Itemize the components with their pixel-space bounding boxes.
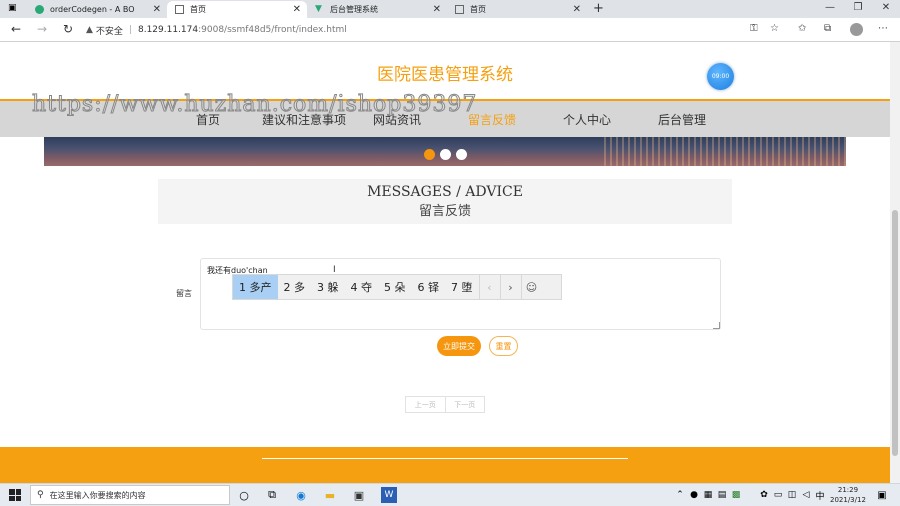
page-icon	[455, 5, 464, 14]
emoji-icon[interactable]: ☺	[520, 275, 542, 299]
resize-handle[interactable]	[713, 322, 720, 329]
back-icon[interactable]: ←	[8, 22, 24, 36]
site-title: 医院医患管理系统	[377, 65, 513, 85]
next-page-button[interactable]: 下一页	[444, 397, 485, 412]
task-view-icon[interactable]: ⧉	[264, 487, 280, 503]
window-close-icon[interactable]: ✕	[876, 2, 896, 13]
ime-next-icon[interactable]: ›	[499, 275, 521, 299]
carousel-dot[interactable]	[440, 149, 451, 160]
ime-candidate[interactable]: 6 铎	[412, 275, 446, 299]
new-tab-icon[interactable]: +	[593, 1, 604, 16]
more-icon[interactable]: ⋯	[878, 23, 888, 34]
search-icon: ⚲	[37, 490, 44, 500]
ime-candidate[interactable]: 2 多	[278, 275, 312, 299]
watermark-text: https://www.huzhan.com/ishop39397	[31, 92, 478, 118]
ime-candidate[interactable]: 5 朵	[378, 275, 412, 299]
submit-button[interactable]: 立即提交	[437, 336, 481, 356]
heading-cn: 留言反馈	[418, 204, 471, 219]
cortana-icon[interactable]: ○	[236, 487, 252, 503]
clock-badge: 09:00	[707, 63, 734, 90]
tab-title: 首页	[190, 5, 206, 14]
footer	[0, 447, 890, 483]
url-path: :9008/ssmf48d5/front/index.html	[198, 25, 347, 35]
tray-date: 2021/3/12	[830, 496, 866, 504]
favicon-icon	[35, 5, 44, 14]
store-icon[interactable]: ▣	[351, 487, 367, 503]
tab-title: 后台管理系统	[330, 5, 378, 14]
search-placeholder: 在这里输入你要搜索的内容	[49, 490, 146, 500]
collections-icon[interactable]: ⧉	[824, 23, 831, 34]
close-icon[interactable]: ✕	[153, 4, 161, 15]
edge-icon[interactable]: ◉	[293, 487, 309, 503]
tab-home-2[interactable]: 首页 ✕	[447, 1, 587, 18]
tab-actions-icon[interactable]: ▣	[8, 3, 17, 13]
word-icon[interactable]: W	[381, 487, 397, 503]
file-explorer-icon[interactable]: ▬	[322, 487, 338, 503]
nav-item-admin[interactable]: 后台管理	[658, 111, 706, 128]
tray-time: 21:29	[837, 486, 859, 494]
taskbar-search-input[interactable]: ⚲ 在这里输入你要搜索的内容	[30, 485, 230, 505]
vue-icon: ▼	[315, 4, 322, 14]
favorites-icon[interactable]: ✩	[798, 23, 806, 34]
url-input[interactable]: ▲ 不安全 | 8.129.11.174 :9008/ssmf48d5/fron…	[86, 21, 786, 39]
ime-candidate[interactable]: 4 夺	[345, 275, 379, 299]
tab-title: 首页	[470, 5, 486, 14]
browser-tab-strip: ▣ orderCodegen - A BO ✕ 首页 ✕ ▼ 后台管理系统 ✕ …	[0, 0, 900, 18]
ime-candidate[interactable]: 1 多产	[233, 275, 278, 299]
security-label: 不安全	[95, 26, 123, 37]
scrollbar-thumb[interactable]	[892, 210, 898, 456]
prev-page-button[interactable]: 上一页	[406, 397, 445, 412]
key-icon[interactable]: ⚿	[750, 23, 758, 34]
close-icon[interactable]: ✕	[573, 4, 581, 15]
page-icon	[175, 5, 184, 14]
ime-candidate[interactable]: 7 堕	[445, 275, 479, 299]
reload-icon[interactable]: ↻	[60, 22, 76, 36]
tab-home[interactable]: 首页 ✕	[167, 1, 307, 18]
favorite-add-icon[interactable]: ☆	[770, 23, 779, 34]
ime-candidate[interactable]: 3 躲	[311, 275, 345, 299]
pagination: 上一页 下一页	[405, 396, 485, 413]
warning-icon: ▲	[86, 25, 93, 35]
carousel-dot[interactable]	[456, 149, 467, 160]
tray-clock[interactable]: 21:29 2021/3/12	[830, 485, 866, 505]
page-viewport: 医院医患管理系统 09:00 首页 建议和注意事项 网站资讯 留言反馈 个人中心…	[0, 42, 890, 483]
taskbar: ⚲ 在这里输入你要搜索的内容 ○ ⧉ ◉ ▬ ▣ W ⌃ ● ▦ ▤ ▩ ✿ ▭…	[0, 483, 900, 506]
heading-en: MESSAGES / ADVICE	[367, 184, 523, 200]
ime-prev-icon[interactable]: ‹	[478, 275, 500, 299]
tab-ordercodegen[interactable]: orderCodegen - A BO ✕	[27, 1, 167, 18]
address-bar: ← → ↻ ▲ 不安全 | 8.129.11.174 :9008/ssmf48d…	[0, 18, 900, 42]
reset-button[interactable]: 重置	[489, 336, 518, 356]
url-host: 8.129.11.174	[137, 25, 199, 35]
ime-indicator[interactable]: 中	[812, 487, 828, 503]
maximize-icon[interactable]: ❐	[848, 2, 868, 13]
close-icon[interactable]: ✕	[433, 4, 441, 15]
close-icon[interactable]: ✕	[293, 4, 301, 15]
forward-icon[interactable]: →	[34, 22, 50, 36]
nav-item-profile[interactable]: 个人中心	[563, 111, 611, 128]
tray-app-icon[interactable]: ▩	[728, 487, 744, 503]
carousel-dot[interactable]	[424, 149, 435, 160]
minimize-icon[interactable]: —	[820, 2, 840, 13]
tab-title: orderCodegen - A BO	[50, 5, 135, 14]
section-heading: MESSAGES / ADVICE 留言反馈	[158, 179, 732, 224]
message-label: 留言	[176, 289, 192, 298]
tab-admin[interactable]: ▼ 后台管理系统 ✕	[307, 1, 447, 18]
ime-candidate-bar: 1 多产 2 多 3 躲 4 夺 5 朵 6 铎 7 堕 ‹ › ☺	[232, 274, 562, 300]
notification-icon[interactable]: ▣	[874, 487, 890, 503]
profile-avatar[interactable]	[850, 23, 863, 36]
windows-start-icon[interactable]	[9, 489, 21, 501]
footer-divider	[262, 458, 628, 459]
